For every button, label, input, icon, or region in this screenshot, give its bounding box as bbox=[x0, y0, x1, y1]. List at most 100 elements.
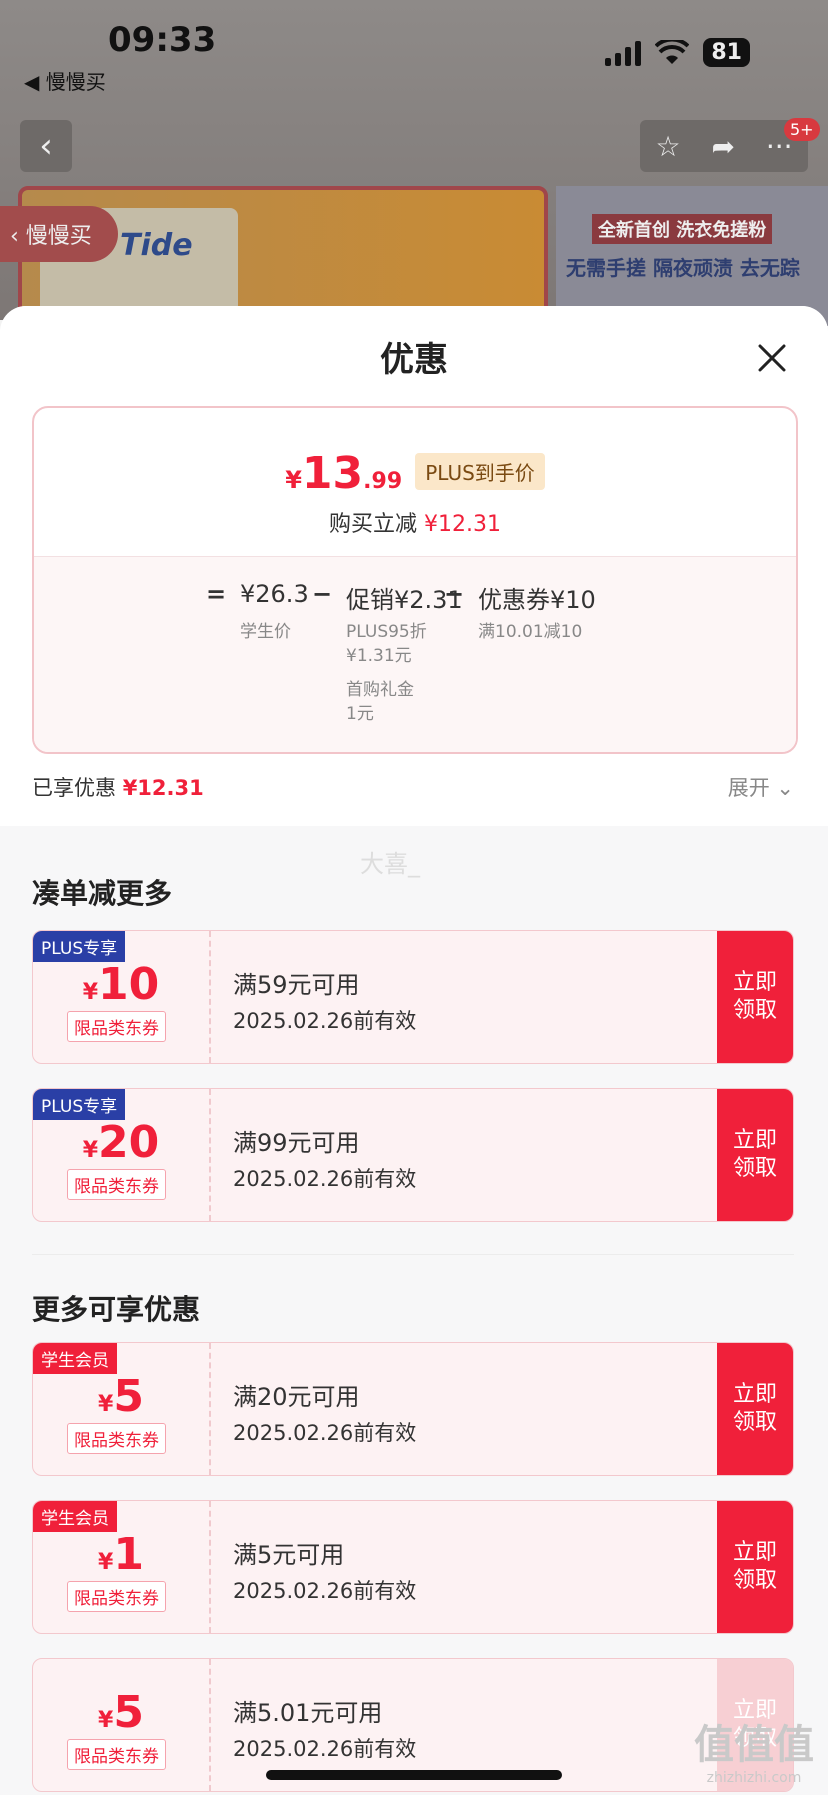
coupon-validity: 2025.02.26前有效 bbox=[233, 1579, 417, 1603]
coupon-card: 学生会员 ¥5 限品类东券 满20元可用 2025.02.26前有效 立即领取 bbox=[32, 1342, 794, 1476]
sheet-title: 优惠 bbox=[380, 340, 448, 380]
coupon-amount-value: 5 bbox=[113, 1371, 144, 1422]
coupon-tag: 学生会员 bbox=[33, 1501, 117, 1532]
coupon-amount: ¥20 bbox=[33, 1117, 209, 1168]
coupon-condition: 满5元可用 bbox=[233, 1541, 345, 1569]
claim-label: 立即领取 bbox=[732, 1128, 777, 1181]
coupon-discount-detail: 满10.01减10 bbox=[478, 622, 583, 642]
plus-price-tag: PLUS到手价 bbox=[415, 453, 545, 490]
enjoyed-value: ¥12.31 bbox=[122, 776, 204, 800]
nav-actions: ☆ ➦ ··· bbox=[640, 120, 808, 172]
close-icon[interactable] bbox=[754, 340, 790, 376]
status-time: 09:33 bbox=[108, 20, 217, 60]
section-title-more-discount: 凑单减更多 bbox=[32, 877, 173, 910]
coupon-amount: ¥5 bbox=[33, 1371, 209, 1422]
background-page: 09:33 ◀ 慢慢买 81 ‹ ☆ ➦ ··· 5+ Tide 全新首创 洗衣… bbox=[0, 0, 828, 334]
enjoyed-discount: 已享优惠 ¥12.31 bbox=[32, 772, 204, 802]
price-breakdown-card: ¥13.99 PLUS到手价 购买立减 ¥12.31 = ¥26.3 学生价 −… bbox=[32, 406, 798, 754]
promo-detail-gift-amount: 1元 bbox=[346, 704, 374, 724]
coupon-card: 学生会员 ¥1 限品类东券 满5元可用 2025.02.26前有效 立即领取 bbox=[32, 1500, 794, 1634]
minus-sign: − bbox=[444, 580, 465, 608]
back-button[interactable]: ‹ bbox=[20, 120, 72, 172]
star-icon[interactable]: ☆ bbox=[655, 130, 680, 163]
final-price: ¥13.99 PLUS到手价 bbox=[34, 448, 796, 499]
price-currency: ¥ bbox=[285, 466, 302, 494]
price-integer: 13 bbox=[301, 448, 364, 499]
coupon-amount-value: 1 bbox=[113, 1529, 144, 1580]
coupon-category: 限品类东券 bbox=[67, 1739, 166, 1770]
claim-coupon-button[interactable]: 立即领取 bbox=[717, 931, 793, 1063]
status-icons: 81 bbox=[605, 38, 750, 67]
claim-coupon-button[interactable]: 立即领取 bbox=[717, 1501, 793, 1633]
expand-toggle[interactable]: 展开 ⌄ bbox=[728, 772, 794, 802]
coupon-category: 限品类东券 bbox=[67, 1423, 166, 1454]
chevron-down-icon: ⌄ bbox=[776, 776, 794, 800]
coupon-validity: 2025.02.26前有效 bbox=[233, 1421, 417, 1445]
coupon-value-area: PLUS专享 ¥20 限品类东券 bbox=[33, 1089, 211, 1221]
instant-discount: 购买立减 ¥12.31 bbox=[34, 506, 796, 538]
coupon-amount: ¥10 bbox=[33, 959, 209, 1010]
signal-icon bbox=[605, 40, 642, 66]
coupon-amount-value: 10 bbox=[98, 959, 160, 1010]
coupon-discount: 优惠券¥10 bbox=[478, 586, 596, 614]
home-indicator[interactable] bbox=[266, 1770, 562, 1780]
coupon-value-area: 学生会员 ¥1 限品类东券 bbox=[33, 1501, 211, 1633]
base-price-label: 学生价 bbox=[240, 622, 291, 642]
equals-sign: = bbox=[206, 580, 227, 608]
coupon-tag: PLUS专享 bbox=[33, 931, 126, 962]
coupon-value-area: PLUS专享 ¥10 限品类东券 bbox=[33, 931, 211, 1063]
coupon-condition: 满20元可用 bbox=[233, 1383, 360, 1411]
coupon-value-area: ¥5 限品类东券 bbox=[33, 1659, 211, 1791]
coupon-currency: ¥ bbox=[82, 1138, 99, 1163]
instant-label: 购买立减 bbox=[329, 512, 418, 537]
site-watermark-logo: 值值值 zhizhizhi.com bbox=[694, 1712, 814, 1786]
claim-coupon-button[interactable]: 立即领取 bbox=[717, 1343, 793, 1475]
side-return-pill[interactable]: ‹ 慢慢买 bbox=[0, 206, 118, 262]
minus-sign: − bbox=[312, 580, 333, 608]
promo-headline: 全新首创 洗衣免搓粉 bbox=[592, 214, 773, 244]
coupon-validity: 2025.02.26前有效 bbox=[233, 1009, 417, 1033]
base-price: ¥26.3 bbox=[240, 580, 309, 608]
coupon-amount: ¥5 bbox=[33, 1687, 209, 1738]
coupon-currency: ¥ bbox=[98, 1392, 114, 1417]
coupon-tag: 学生会员 bbox=[33, 1343, 117, 1374]
coupon-amount-value: 20 bbox=[98, 1117, 160, 1168]
battery-icon: 81 bbox=[703, 38, 750, 67]
discount-sheet: 优惠 ¥13.99 PLUS到手价 购买立减 ¥12.31 = ¥26.3 学生… bbox=[0, 306, 828, 1795]
coupon-amount: ¥1 bbox=[33, 1529, 209, 1580]
section-title-more-offers: 更多可享优惠 bbox=[32, 1293, 201, 1326]
coupon-condition: 满59元可用 bbox=[233, 971, 360, 999]
coupon-condition: 满5.01元可用 bbox=[233, 1699, 383, 1727]
claim-label: 立即领取 bbox=[732, 1382, 777, 1435]
site-url: zhizhizhi.com bbox=[706, 1770, 802, 1786]
coupon-card: PLUS专享 ¥20 限品类东券 满99元可用 2025.02.26前有效 立即… bbox=[32, 1088, 794, 1222]
coupon-amount-value: 5 bbox=[113, 1687, 144, 1738]
enjoyed-label: 已享优惠 bbox=[32, 776, 116, 800]
promo-subline: 无需手搓 隔夜顽渍 去无踪 bbox=[566, 256, 800, 280]
claim-coupon-button[interactable]: 立即领取 bbox=[717, 1089, 793, 1221]
coupon-value-area: 学生会员 ¥5 限品类东券 bbox=[33, 1343, 211, 1475]
coupon-currency: ¥ bbox=[98, 1708, 114, 1733]
promo-detail-plus-amount: ¥1.31元 bbox=[346, 646, 412, 666]
message-badge: 5+ bbox=[784, 118, 820, 141]
user-watermark: 大喜_ bbox=[360, 850, 420, 878]
coupon-card: PLUS专享 ¥10 限品类东券 满59元可用 2025.02.26前有效 立即… bbox=[32, 930, 794, 1064]
claim-label: 立即领取 bbox=[732, 970, 777, 1023]
promo-detail-plus: PLUS95折 bbox=[346, 622, 427, 642]
coupon-category: 限品类东券 bbox=[67, 1581, 166, 1612]
section-divider bbox=[32, 1254, 794, 1255]
coupon-category: 限品类东券 bbox=[67, 1169, 166, 1200]
expand-label: 展开 bbox=[727, 776, 770, 800]
coupon-condition: 满99元可用 bbox=[233, 1129, 360, 1157]
wifi-icon bbox=[655, 39, 690, 64]
coupon-tag: PLUS专享 bbox=[33, 1089, 126, 1120]
instant-value: ¥12.31 bbox=[424, 512, 501, 537]
price-decimal: .99 bbox=[363, 469, 403, 494]
share-icon[interactable]: ➦ bbox=[711, 130, 734, 163]
coupon-category: 限品类东券 bbox=[67, 1011, 166, 1042]
back-to-app-link[interactable]: ◀ 慢慢买 bbox=[24, 66, 106, 95]
coupon-validity: 2025.02.26前有效 bbox=[233, 1737, 417, 1761]
promo-banner-right[interactable]: 全新首创 洗衣免搓粉 无需手搓 隔夜顽渍 去无踪 bbox=[556, 186, 828, 326]
coupon-validity: 2025.02.26前有效 bbox=[233, 1167, 417, 1191]
claim-label: 立即领取 bbox=[732, 1540, 777, 1593]
